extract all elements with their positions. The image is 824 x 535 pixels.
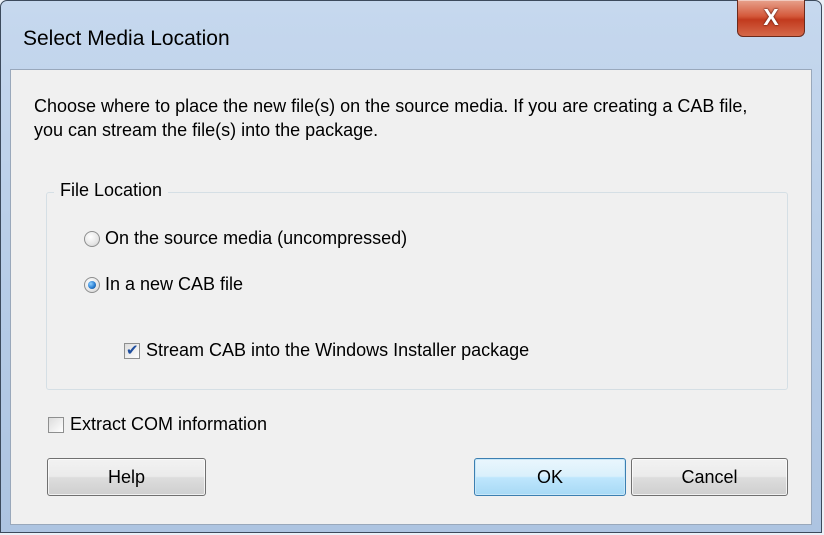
ok-button[interactable]: OK [474,458,626,496]
checkbox-unchecked[interactable] [48,416,64,433]
file-location-label: File Location [54,180,169,201]
dialog-title: Select Media Location [23,27,230,50]
checkbox-extract-com-label: Extract COM information [70,414,268,434]
checkbox-checked[interactable] [124,341,140,359]
close-icon: X [763,3,779,30]
radio-new-cab[interactable]: In a new CAB file [84,274,243,295]
radio-source-media[interactable]: On the source media (uncompressed) [84,228,407,249]
checkbox-stream-cab[interactable]: Stream CAB into the Windows Installer pa… [124,340,529,361]
radio-button-unchecked[interactable] [84,230,100,247]
dialog-window: Select Media Location X Choose where to … [0,0,822,533]
title-bar[interactable]: Select Media Location X [1,0,821,77]
help-button[interactable]: Help [47,458,206,496]
close-button[interactable]: X [737,0,805,37]
checkbox-stream-cab-label: Stream CAB into the Windows Installer pa… [146,340,530,360]
radio-source-media-label: On the source media (uncompressed) [105,228,408,248]
checkbox-extract-com[interactable]: Extract COM information [48,414,267,435]
cancel-button[interactable]: Cancel [631,458,788,496]
radio-button-checked[interactable] [84,276,100,293]
radio-new-cab-label: In a new CAB file [105,274,244,294]
dialog-body: Choose where to place the new file(s) on… [10,69,812,525]
description-text: Choose where to place the new file(s) on… [34,96,748,140]
